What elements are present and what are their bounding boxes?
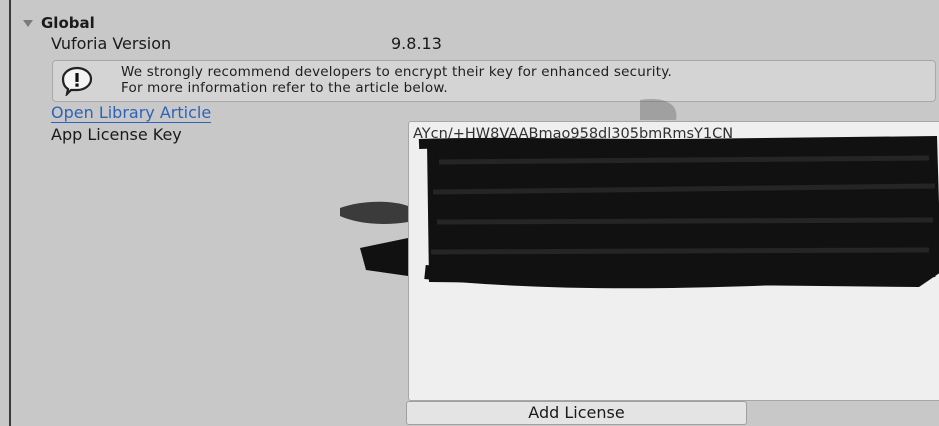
help-box: We strongly recommend developers to encr… [52,60,936,102]
license-key-field[interactable]: AYcn/+HW8VAABmao958dl305bmRmsY1CN [408,121,939,401]
global-foldout[interactable]: Global [23,14,95,32]
section-title: Global [41,14,95,32]
vuforia-version-value: 9.8.13 [391,34,442,53]
vuforia-version-label: Vuforia Version [51,34,172,53]
chevron-down-icon[interactable] [23,19,33,27]
help-text: We strongly recommend developers to encr… [121,64,672,96]
warning-icon [61,66,93,96]
help-text-line-2: For more information refer to the articl… [121,80,448,96]
open-library-article-link[interactable]: Open Library Article [51,104,212,123]
app-license-key-label: App License Key [51,125,182,144]
redaction-scribble [418,136,939,289]
inspector-panel: Global Vuforia Version 9.8.13 We strongl… [9,0,939,426]
help-text-line-1: We strongly recommend developers to encr… [121,64,672,80]
add-license-button[interactable]: Add License [406,401,747,425]
